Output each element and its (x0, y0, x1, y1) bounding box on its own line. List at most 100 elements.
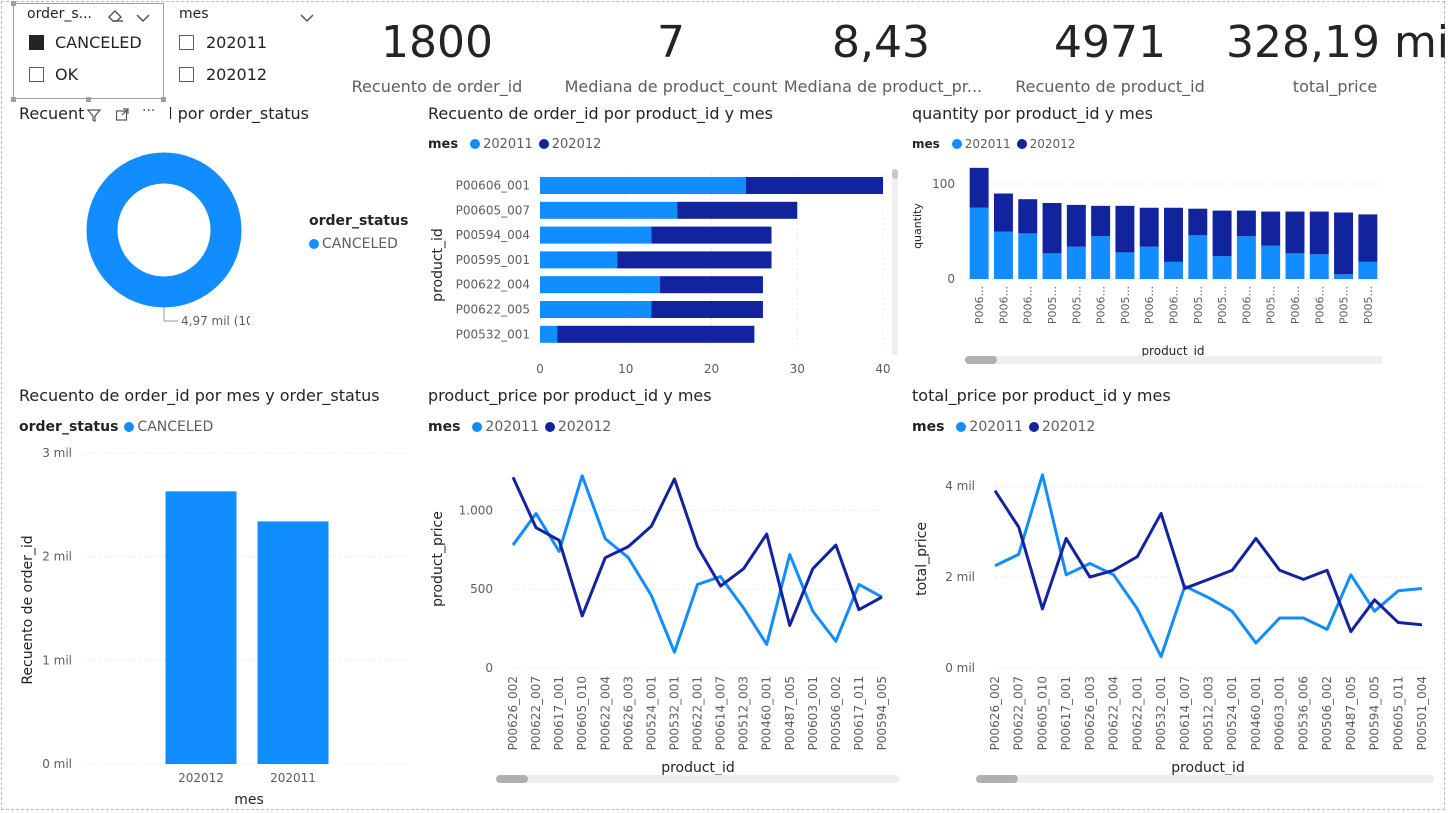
series-line[interactable] (994, 473, 1423, 659)
resize-handle-br[interactable] (161, 97, 166, 102)
legend-label[interactable]: 202012 (558, 419, 611, 435)
bar-segment[interactable] (540, 301, 652, 318)
qty-scrollbar[interactable] (965, 356, 1383, 364)
bar-segment[interactable] (1066, 204, 1086, 247)
series-line[interactable] (993, 489, 1423, 634)
checkbox-label-202011: 202011 (206, 33, 268, 52)
bar[interactable] (257, 521, 329, 764)
bar-segment[interactable] (1309, 211, 1329, 255)
bar-segment[interactable] (540, 251, 618, 269)
bar-segment[interactable] (1115, 252, 1135, 279)
legend-label[interactable]: 202011 (483, 137, 533, 152)
bar-segment[interactable] (540, 276, 661, 294)
bar-segment[interactable] (677, 201, 798, 219)
bar-segment[interactable] (993, 193, 1013, 232)
checkbox-202012[interactable] (179, 67, 194, 82)
bar-segment[interactable] (651, 226, 772, 244)
y-tick-label: 500 (470, 582, 493, 596)
y-tick-label: 2 mil (42, 550, 72, 564)
bar-segment[interactable] (1309, 254, 1329, 279)
legend-label[interactable]: CANCELED (137, 419, 213, 435)
legend-marker (1028, 422, 1039, 432)
bar-segment[interactable] (1285, 253, 1305, 279)
price-scrollbar[interactable] (496, 775, 900, 783)
bar-segment[interactable] (1285, 211, 1305, 254)
bar-segment[interactable] (1212, 210, 1232, 257)
bar-segment[interactable] (1261, 245, 1281, 279)
bar-segment[interactable] (1018, 233, 1038, 279)
bar-segment[interactable] (1139, 246, 1159, 279)
bar-segment[interactable] (1188, 235, 1208, 279)
y-tick-label: 1.000 (459, 503, 493, 517)
bar-segment[interactable] (1188, 208, 1208, 236)
bar-segment[interactable] (1018, 199, 1038, 234)
resize-handle-tl[interactable] (11, 1, 16, 6)
y-axis-title: product_price (430, 511, 446, 607)
more-options-icon[interactable]: ··· (142, 103, 155, 119)
donut-legend-item[interactable]: CANCELED (309, 236, 398, 252)
bar-segment[interactable] (1091, 236, 1111, 279)
bar-segment[interactable] (1212, 256, 1232, 279)
donut-slice[interactable] (86, 152, 242, 308)
bar-segment[interactable] (540, 201, 678, 219)
eraser-icon[interactable] (107, 7, 125, 26)
chevron-down-icon[interactable] (300, 8, 314, 27)
bar-segment[interactable] (1261, 211, 1281, 246)
resize-handle-bm[interactable] (86, 97, 91, 102)
bar-segment[interactable] (993, 231, 1013, 280)
total-title: total_price por product_id y mes (912, 386, 1171, 405)
bar-segment[interactable] (1042, 253, 1062, 279)
bar-segment[interactable] (1358, 261, 1378, 279)
bar-segment[interactable] (1236, 236, 1256, 279)
bar-segment[interactable] (1115, 205, 1135, 253)
bar-segment[interactable] (1164, 207, 1183, 262)
x-tick-label: P00626_002 (506, 676, 520, 750)
bar-segment[interactable] (1066, 246, 1086, 279)
legend-label[interactable]: 202011 (965, 137, 1011, 151)
series-line[interactable] (511, 476, 883, 627)
checkbox-ok[interactable] (29, 67, 44, 82)
bar-segment[interactable] (1091, 205, 1111, 237)
bar-segment[interactable] (1164, 261, 1183, 279)
total-scrollbar[interactable] (976, 775, 1434, 783)
total-chart: 0 mil 2 mil 4 mil P00626_002 P00622_007 P0060… (914, 473, 1429, 776)
bar-segment[interactable] (540, 226, 652, 244)
scroll-thumb[interactable] (965, 356, 997, 364)
bar-segment[interactable] (1334, 274, 1354, 279)
x-tick-label: P00506_002 (829, 676, 843, 750)
checkbox-202011[interactable] (179, 35, 194, 50)
bar-segment[interactable] (745, 177, 883, 194)
bar-segment[interactable] (1334, 212, 1354, 275)
resize-handle-bl[interactable] (11, 97, 16, 102)
x-tick-label: P00622_004 (1107, 676, 1121, 750)
checkbox-canceled[interactable] (29, 35, 44, 50)
legend-label[interactable]: 202011 (969, 419, 1022, 435)
bar-segment[interactable] (660, 276, 763, 294)
bar[interactable] (165, 491, 237, 764)
bar-segment[interactable] (969, 167, 989, 208)
scroll-thumb[interactable] (496, 775, 528, 783)
series-line[interactable] (511, 474, 883, 654)
bar-segment[interactable] (1042, 203, 1062, 254)
bar-segment[interactable] (540, 177, 746, 194)
legend-label[interactable]: 202012 (552, 137, 602, 152)
focus-mode-icon[interactable] (115, 107, 129, 126)
legend-marker (951, 139, 962, 149)
bar-segment[interactable] (1358, 214, 1378, 262)
scroll-thumb[interactable] (976, 775, 1018, 783)
kpi-value: 8,43 (832, 17, 930, 68)
legend-label[interactable]: 202011 (485, 419, 538, 435)
y-tick-label: P00594_004 (456, 228, 530, 242)
bar-segment[interactable] (1139, 207, 1159, 247)
bar-segment[interactable] (1236, 210, 1256, 237)
bar-segment[interactable] (617, 251, 772, 269)
legend-label[interactable]: 202012 (1042, 419, 1095, 435)
x-tick-label: P006... (1022, 286, 1035, 324)
bar-segment[interactable] (540, 325, 558, 343)
bar-segment[interactable] (651, 301, 763, 318)
legend-label[interactable]: 202012 (1030, 137, 1076, 151)
filter-icon[interactable] (86, 107, 102, 126)
bar-segment[interactable] (969, 207, 989, 279)
bar-segment[interactable] (557, 325, 755, 343)
chevron-down-icon[interactable] (136, 8, 150, 27)
